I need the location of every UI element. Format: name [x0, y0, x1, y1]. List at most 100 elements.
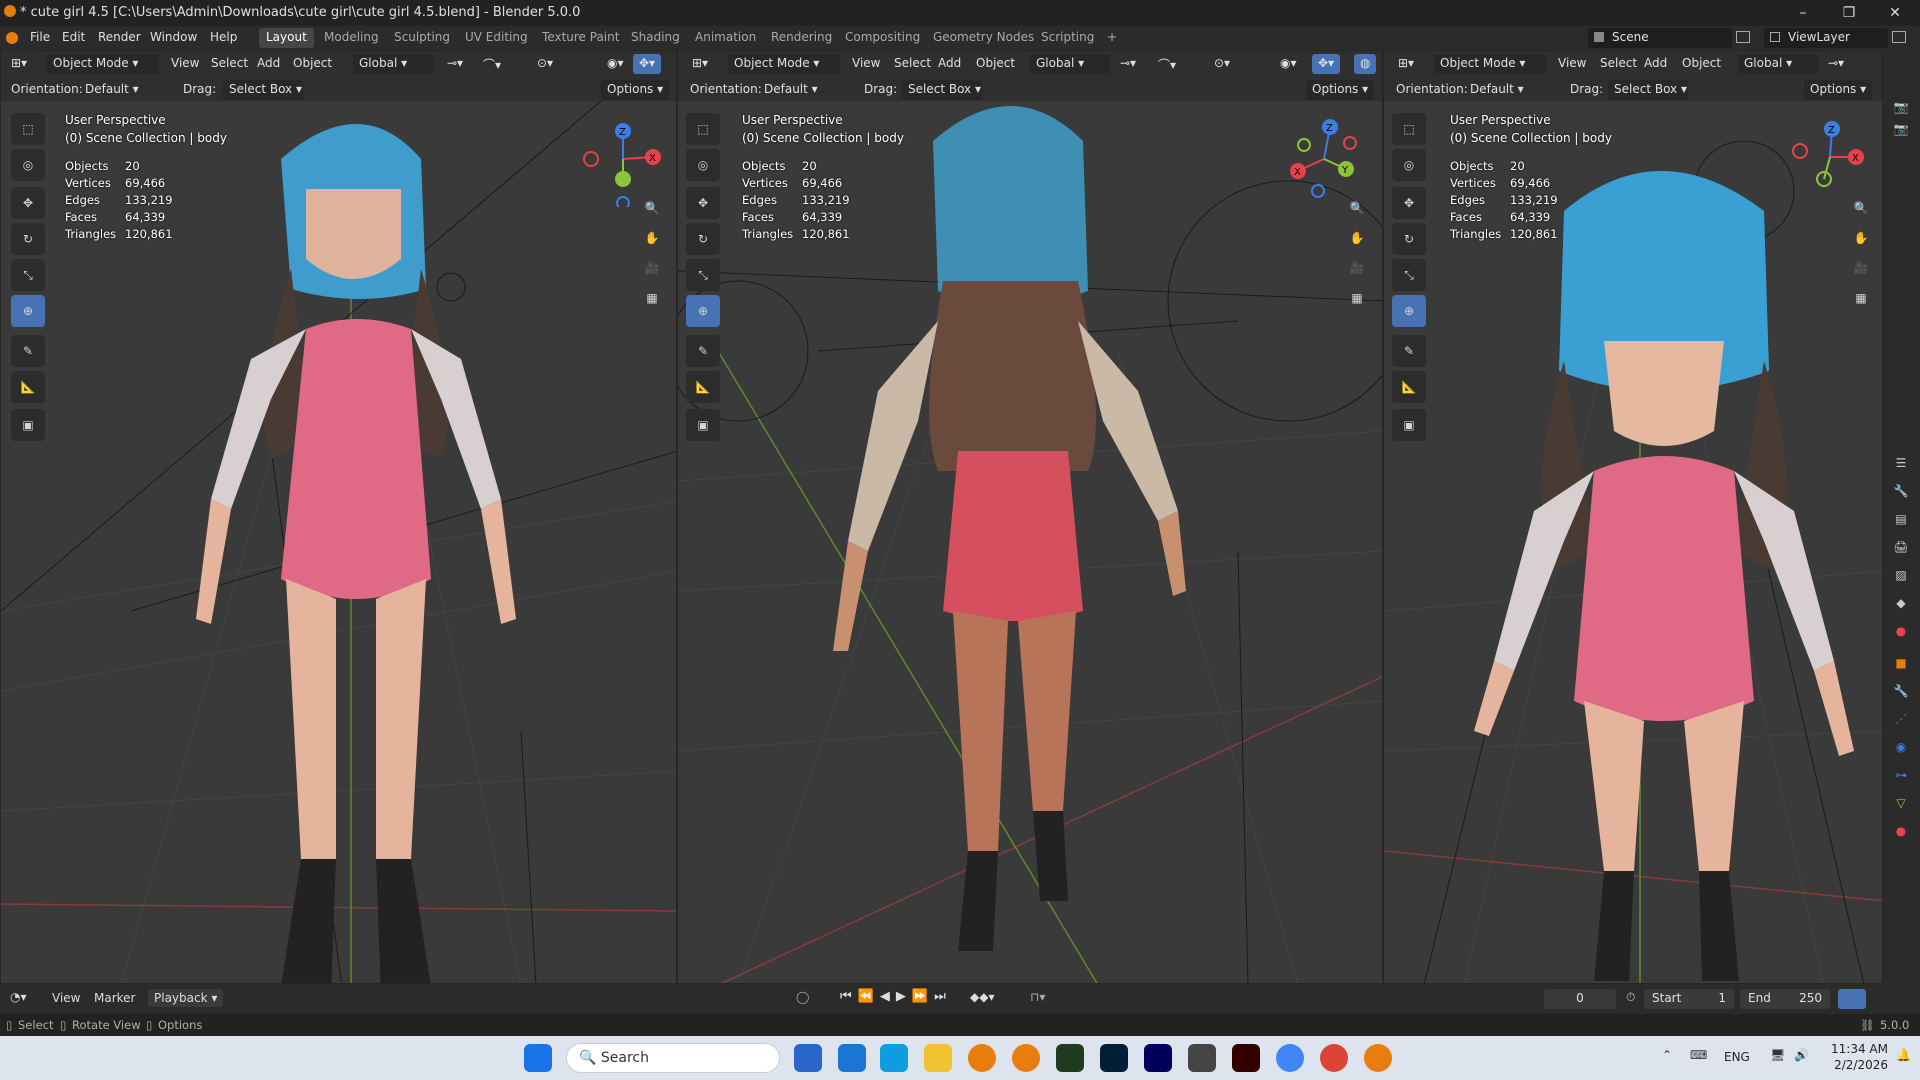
options-dropdown[interactable]: Options ▾: [1306, 80, 1374, 100]
store-icon[interactable]: [794, 1044, 822, 1072]
ortho-toggle-icon[interactable]: ▦: [1848, 285, 1874, 311]
overlay-toggle-icon[interactable]: ◍: [1354, 54, 1377, 74]
editor-type-button[interactable]: ⊞▾: [1392, 54, 1420, 74]
scale-tool-icon[interactable]: ⤡: [11, 259, 45, 291]
menu-edit[interactable]: Edit: [62, 30, 85, 44]
viewport-back[interactable]: ⊞▾ Object Mode ▾ View Select Add Object …: [677, 50, 1383, 984]
new-scene-icon[interactable]: [1736, 31, 1750, 43]
navigation-gizmo[interactable]: Z X: [1784, 117, 1864, 207]
tab-texture-paint[interactable]: Texture Paint: [535, 28, 626, 48]
add-cube-tool-icon[interactable]: ▣: [686, 409, 720, 441]
proportional-editing-icon[interactable]: ⊙▾: [1208, 54, 1236, 74]
measure-tool-icon[interactable]: 📐: [1392, 371, 1426, 403]
timeline-menu-view[interactable]: View: [52, 991, 80, 1005]
chrome-profile-icon[interactable]: [1320, 1044, 1348, 1072]
mode-dropdown[interactable]: Object Mode ▾: [47, 54, 159, 74]
tray-chevron-icon[interactable]: ⌃: [1662, 1048, 1672, 1062]
cursor-tool-icon[interactable]: ◎: [1392, 149, 1426, 181]
annotate-tool-icon[interactable]: ✎: [686, 335, 720, 367]
render-properties-icon[interactable]: ▤: [1891, 510, 1911, 528]
constraints-properties-icon[interactable]: ⊶: [1891, 766, 1911, 784]
particles-properties-icon[interactable]: ⋰: [1891, 710, 1911, 728]
volume-icon[interactable]: 🔊: [1794, 1048, 1809, 1062]
menu-select[interactable]: Select: [888, 54, 937, 74]
add-cube-tool-icon[interactable]: ▣: [1392, 409, 1426, 441]
transform-orientation-dropdown[interactable]: Global ▾: [353, 54, 433, 74]
snap-icon[interactable]: ⌒▾: [1152, 54, 1182, 74]
drag-dropdown[interactable]: Select Box ▾: [223, 80, 303, 100]
preview-range-icon[interactable]: ⏱: [1626, 990, 1635, 1005]
output-properties-icon[interactable]: 🖨: [1891, 538, 1911, 556]
pivot-icon[interactable]: ⊸▾: [1114, 54, 1142, 74]
transform-orientation-dropdown[interactable]: Global ▾: [1030, 54, 1110, 74]
select-box-tool-icon[interactable]: ⬚: [1392, 113, 1426, 145]
tab-geometry-nodes[interactable]: Geometry Nodes: [926, 28, 1041, 48]
clock-time[interactable]: 11:34 AM: [1828, 1042, 1888, 1056]
measure-tool-icon[interactable]: 📐: [11, 371, 45, 403]
viewport-front[interactable]: ⊞▾ Object Mode ▾ View Select Add Object …: [0, 50, 677, 984]
menu-select[interactable]: Select: [1594, 54, 1643, 74]
data-properties-icon[interactable]: ▽: [1891, 794, 1911, 812]
tab-scripting[interactable]: Scripting: [1034, 28, 1101, 48]
cursor-tool-icon[interactable]: ◎: [686, 149, 720, 181]
camera-view-icon[interactable]: 🎥: [639, 255, 665, 281]
browser-icon[interactable]: [838, 1044, 866, 1072]
clock-date[interactable]: 2/2/2026: [1828, 1058, 1888, 1072]
mode-dropdown[interactable]: Object Mode ▾: [728, 54, 840, 74]
orientation-dropdown[interactable]: Default ▾: [758, 80, 854, 100]
menu-view[interactable]: View: [165, 54, 205, 74]
menu-select[interactable]: Select: [205, 54, 254, 74]
drag-dropdown[interactable]: Select Box ▾: [902, 80, 982, 100]
minimize-button[interactable]: –: [1780, 2, 1826, 24]
menu-render[interactable]: Render: [98, 30, 141, 44]
rotate-tool-icon[interactable]: ↻: [686, 223, 720, 255]
zoom-icon[interactable]: 🔍: [639, 195, 665, 221]
keying-icon[interactable]: ⊓▾: [1030, 990, 1045, 1004]
snap-icon[interactable]: ⌒▾: [477, 54, 507, 74]
start-frame-field[interactable]: Start 1: [1644, 989, 1734, 1009]
tab-shading[interactable]: Shading: [624, 28, 687, 48]
zoom-icon[interactable]: 🔍: [1344, 195, 1370, 221]
mode-dropdown[interactable]: Object Mode ▾: [1434, 54, 1546, 74]
keyboard-icon[interactable]: ⌨: [1690, 1048, 1707, 1062]
menu-view[interactable]: View: [846, 54, 886, 74]
notification-icon[interactable]: 🔔: [1896, 1048, 1911, 1062]
ortho-toggle-icon[interactable]: ▦: [1344, 285, 1370, 311]
tab-sculpting[interactable]: Sculpting: [387, 28, 457, 48]
modifier-properties-icon[interactable]: 🔧: [1891, 682, 1911, 700]
transform-orientation-dropdown[interactable]: Global ▾: [1738, 54, 1818, 74]
tab-layout[interactable]: Layout: [259, 28, 314, 48]
measure-tool-icon[interactable]: 📐: [686, 371, 720, 403]
current-frame-field[interactable]: 0: [1544, 989, 1616, 1009]
pan-icon[interactable]: ✋: [1848, 225, 1874, 251]
edge-icon[interactable]: [880, 1044, 908, 1072]
physics-properties-icon[interactable]: ◉: [1891, 738, 1911, 756]
file-explorer-icon[interactable]: [924, 1044, 952, 1072]
add-workspace-button[interactable]: +: [1100, 28, 1124, 48]
illustrator-icon[interactable]: [1232, 1044, 1260, 1072]
after-effects-icon[interactable]: [1144, 1044, 1172, 1072]
view-layer-properties-icon[interactable]: ▨: [1891, 566, 1911, 584]
app-icon[interactable]: [1188, 1044, 1216, 1072]
timeline-menu-marker[interactable]: Marker: [94, 991, 135, 1005]
chrome-icon[interactable]: [1276, 1044, 1304, 1072]
timeline-editor-icon[interactable]: ◔▾: [10, 990, 27, 1004]
start-icon[interactable]: [524, 1044, 552, 1072]
menu-add[interactable]: Add: [251, 54, 286, 74]
menu-help[interactable]: Help: [210, 30, 237, 44]
menu-object[interactable]: Object: [1676, 54, 1727, 74]
camera-view-icon[interactable]: 🎥: [1848, 255, 1874, 281]
ortho-toggle-icon[interactable]: ▦: [639, 285, 665, 311]
blender-app-icon[interactable]: [968, 1044, 996, 1072]
blender-active-icon[interactable]: [1364, 1044, 1392, 1072]
menu-file[interactable]: File: [30, 30, 50, 44]
menu-add[interactable]: Add: [1638, 54, 1673, 74]
rotate-tool-icon[interactable]: ↻: [11, 223, 45, 255]
options-dropdown[interactable]: Options ▾: [1804, 80, 1872, 100]
menu-window[interactable]: Window: [150, 30, 197, 44]
rotate-tool-icon[interactable]: ↻: [1392, 223, 1426, 255]
tab-compositing[interactable]: Compositing: [838, 28, 927, 48]
navigation-gizmo[interactable]: Z X Y: [1278, 115, 1368, 205]
blender-menu-icon[interactable]: [6, 32, 18, 44]
pivot-icon[interactable]: ⊸▾: [1822, 54, 1850, 74]
